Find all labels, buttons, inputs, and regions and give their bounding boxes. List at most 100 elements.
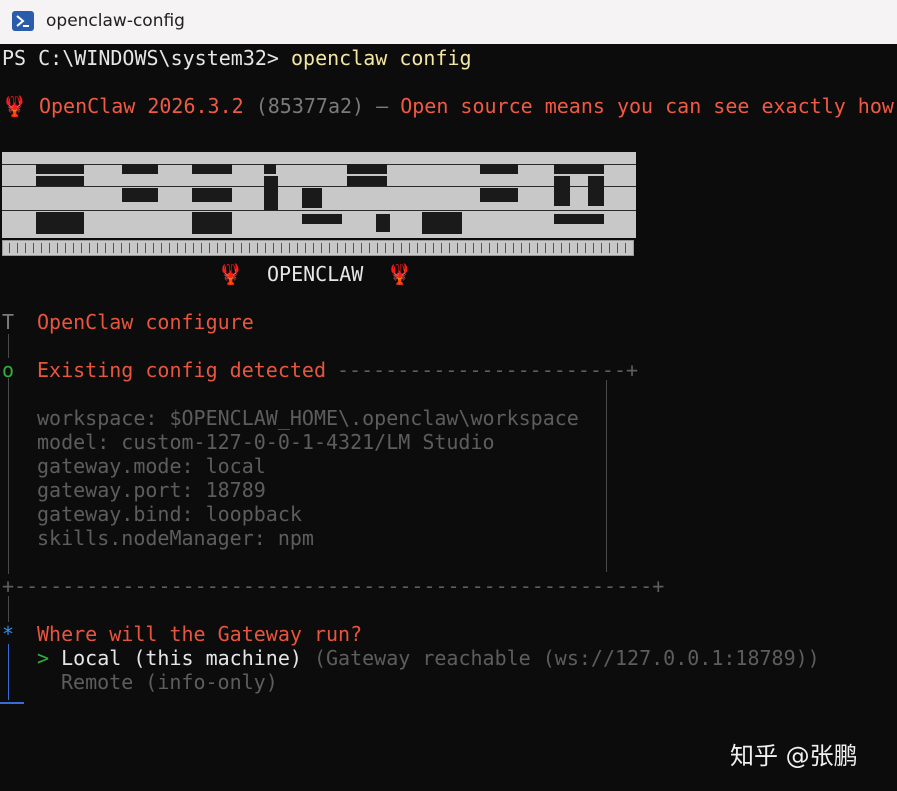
banner-bar-tick [201, 243, 202, 253]
question-text: Where will the Gateway run? [37, 622, 363, 646]
banner-bar-tick [49, 243, 50, 253]
banner-bar-tick [361, 243, 362, 253]
version-tagline: Open source means you can see exactly ho… [400, 94, 894, 118]
banner-bar-tick [33, 243, 34, 253]
banner-bar-tick [297, 243, 298, 253]
version-line: 🦞 OpenClaw 2026.3.2 (85377a2) — Open sou… [2, 94, 894, 118]
banner-bar-tick [145, 243, 146, 253]
banner-bar-tick [25, 243, 26, 253]
banner-bar-tick [17, 243, 18, 253]
banner-bar-tick [369, 243, 370, 253]
banner-bar-tick [425, 243, 426, 253]
banner-bar-tick [217, 243, 218, 253]
lobster-icon: 🦞 [218, 262, 243, 286]
banner-bar-tick [129, 243, 130, 253]
banner-bar-tick [153, 243, 154, 253]
banner-bar-tick [137, 243, 138, 253]
banner-bar-tick [65, 243, 66, 253]
banner-bar-tick [377, 243, 378, 253]
banner-bar-tick [329, 243, 330, 253]
question-gutter [8, 644, 9, 700]
option-pointer: > [37, 646, 50, 670]
banner-bar-tick [249, 243, 250, 253]
banner-bar-tick [617, 243, 618, 253]
gutter-line [8, 596, 9, 622]
zhihu-watermark: 知乎 @张鹏 [730, 742, 858, 770]
banner-bar-tick [81, 243, 82, 253]
window-titlebar: openclaw-config [0, 0, 897, 45]
banner-bar-tick [193, 243, 194, 253]
banner-bar-tick [481, 243, 482, 253]
banner-bar-tick [569, 243, 570, 253]
banner-bar-tick [441, 243, 442, 253]
banner-bar-tick [497, 243, 498, 253]
config-item-workspace: workspace: $OPENCLAW_HOME\.openclaw\work… [37, 406, 579, 430]
banner-bar-tick [489, 243, 490, 253]
banner-bar-tick [265, 243, 266, 253]
banner-bar-tick [585, 243, 586, 253]
banner-bar-tick [529, 243, 530, 253]
banner-bar-tick [113, 243, 114, 253]
banner-bar-tick [289, 243, 290, 253]
banner-bar-tick [57, 243, 58, 253]
banner-bar-tick [545, 243, 546, 253]
option-remote[interactable]: Remote (info-only) [61, 670, 278, 694]
existing-top-rule: ------------------------+ [337, 358, 639, 382]
banner-bar-tick [313, 243, 314, 253]
banner-bar-tick [513, 243, 514, 253]
box-right-border [606, 380, 607, 572]
banner-bar-tick [209, 243, 210, 253]
configure-marker: T [2, 310, 15, 334]
banner-bar-tick [241, 243, 242, 253]
banner-bar-tick [417, 243, 418, 253]
version-name: OpenClaw 2026.3.2 [38, 94, 244, 118]
banner-bar-tick [97, 243, 98, 253]
banner-bar-tick [465, 243, 466, 253]
banner-bar-tick [9, 243, 10, 253]
banner-bar-tick [385, 243, 386, 253]
banner-underline-bar [2, 240, 634, 256]
banner-bar-tick [393, 243, 394, 253]
banner-bar-tick [449, 243, 450, 253]
window-title: openclaw-config [46, 11, 185, 31]
config-item-gateway-port: gateway.port: 18789 [37, 478, 266, 502]
banner-bar-tick [41, 243, 42, 253]
ps-prompt: PS C:\WINDOWS\system32> [2, 46, 291, 70]
banner-bar-tick [89, 243, 90, 253]
banner-bar-tick [169, 243, 170, 253]
config-item-model: model: custom-127-0-0-1-4321/LM Studio [37, 430, 495, 454]
banner-bar-tick [281, 243, 282, 253]
banner-bar-tick [601, 243, 602, 253]
banner-bar-tick [625, 243, 626, 253]
gutter-line [8, 334, 9, 358]
banner-bar-tick [409, 243, 410, 253]
existing-title: Existing config detected [37, 358, 326, 382]
banner-bar-tick [561, 243, 562, 253]
banner-bar-tick [161, 243, 162, 253]
config-item-gateway-mode: gateway.mode: local [37, 454, 266, 478]
banner-bar-tick [593, 243, 594, 253]
banner-bar-tick [257, 243, 258, 253]
banner-bar-tick [553, 243, 554, 253]
banner-bar-tick [273, 243, 274, 253]
banner-bar-tick [305, 243, 306, 253]
version-hash: (85377a2) [255, 94, 365, 118]
banner-bar-tick [401, 243, 402, 253]
banner-bar-tick [345, 243, 346, 253]
banner-logo-line: 🦞 OPENCLAW 🦞 [218, 262, 412, 286]
lobster-icon: 🦞 [387, 262, 413, 286]
lobster-icon: 🦞 [2, 94, 27, 118]
banner-bar-tick [337, 243, 338, 253]
gutter-line [8, 378, 9, 574]
terminal-pane[interactable]: PS C:\WINDOWS\system32> openclaw config … [0, 44, 897, 791]
banner-bar-tick [185, 243, 186, 253]
banner-bar-tick [233, 243, 234, 253]
banner-bar-tick [537, 243, 538, 253]
banner-bar-tick [609, 243, 610, 253]
banner-bar-tick [457, 243, 458, 253]
option-local[interactable]: > Local (this machine) (Gateway reachabl… [37, 646, 820, 670]
openclaw-ascii-banner [2, 152, 636, 238]
banner-bar-tick [73, 243, 74, 253]
prompt-line: PS C:\WINDOWS\system32> openclaw config [2, 46, 472, 70]
banner-bar-tick [521, 243, 522, 253]
